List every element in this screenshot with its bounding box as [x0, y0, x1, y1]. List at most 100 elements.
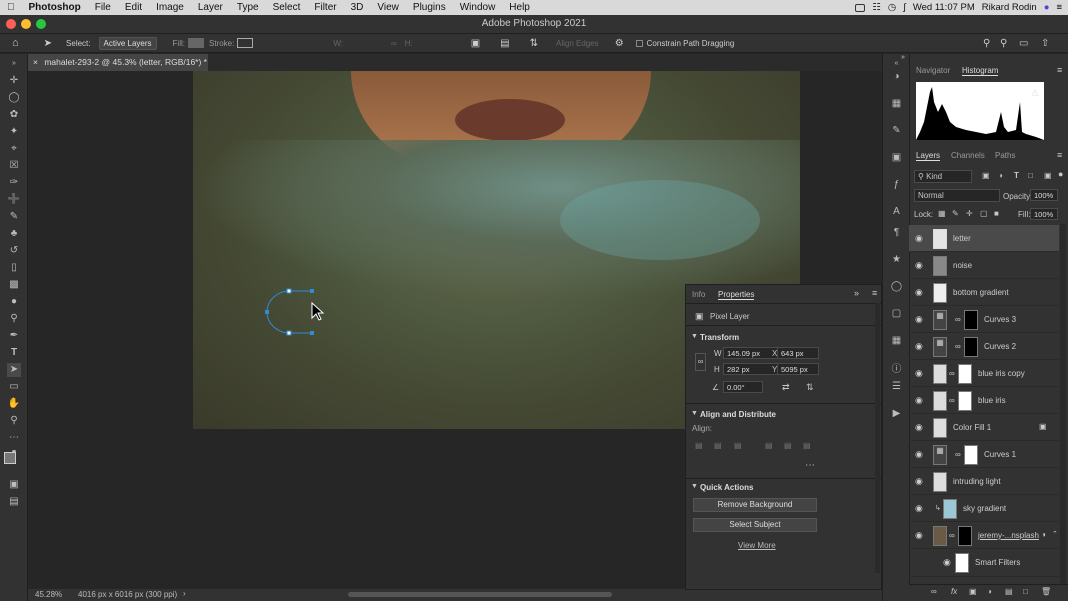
history-brush-tool-icon[interactable]: ↺ — [7, 244, 21, 258]
path-selection-tool-icon[interactable]: ➤ — [7, 363, 21, 377]
filter-smart-icon[interactable]: ▣ — [1044, 171, 1052, 180]
menu-help[interactable]: Help — [502, 2, 537, 13]
angle-field[interactable]: 0.00° — [723, 381, 763, 393]
adjustments-icon[interactable]: ◑ — [890, 70, 903, 83]
layer-row[interactable]: ◉ ∞ jeremy-...nsplash ◑ ⌃ — [909, 522, 1059, 549]
more-tools-icon[interactable]: ⋯ — [7, 431, 21, 445]
3d-icon[interactable]: ◯ — [890, 280, 903, 293]
add-mask-icon[interactable]: ▣ — [969, 587, 977, 596]
chevron-down-icon[interactable]: ▼ — [691, 410, 698, 417]
menu-plugins[interactable]: Plugins — [406, 2, 453, 13]
eye-icon[interactable]: ◉ — [943, 557, 951, 568]
chevron-right-icon[interactable]: › — [183, 589, 186, 598]
quick-selection-tool-icon[interactable]: ✦ — [7, 125, 21, 139]
eye-icon[interactable]: ◉ — [915, 530, 923, 541]
status-icon[interactable] — [855, 3, 866, 12]
tab-layers[interactable]: Layers — [916, 151, 941, 161]
filter-adjustment-icon[interactable]: ◑ — [998, 171, 1003, 180]
layer-comps-icon[interactable]: ▢ — [890, 307, 903, 320]
new-group-icon[interactable]: ▤ — [1005, 587, 1013, 596]
siri-icon[interactable]: ● — [1044, 2, 1050, 13]
align-title[interactable]: Align and Distribute — [700, 410, 776, 419]
new-layer-icon[interactable]: □ — [1023, 587, 1028, 596]
hand-tool-icon[interactable]: ✋ — [7, 397, 21, 411]
minimize-window-button[interactable] — [21, 19, 31, 29]
blur-tool-icon[interactable]: ● — [7, 295, 21, 309]
path-selection-tool-icon[interactable]: ➤ — [44, 38, 52, 49]
bluetooth-icon[interactable]: ∫ — [903, 2, 906, 13]
layers-scrollbar[interactable] — [1060, 224, 1066, 598]
workspace-icon[interactable]: ▭ — [1019, 38, 1028, 49]
dodge-tool-icon[interactable]: ⚲ — [7, 312, 21, 326]
fx-icon[interactable]: fx — [951, 587, 957, 596]
brushes-icon[interactable]: ✎ — [890, 124, 903, 137]
apple-icon[interactable]:  — [0, 2, 22, 13]
rectangle-tool-icon[interactable]: ▭ — [7, 380, 21, 394]
constrain-checkbox[interactable] — [635, 39, 643, 47]
chevron-down-icon[interactable]: ▼ — [691, 483, 698, 490]
remove-background-button[interactable]: Remove Background — [693, 498, 817, 512]
foreground-color-swatch[interactable] — [4, 452, 16, 464]
eye-icon[interactable]: ◉ — [915, 422, 923, 433]
blend-mode-dropdown[interactable]: Normal — [914, 189, 1000, 202]
transform-title[interactable]: Transform — [700, 333, 739, 342]
eye-icon[interactable]: ◉ — [915, 476, 923, 487]
trash-icon[interactable]: 🗑 — [1041, 587, 1051, 596]
panel-menu-icon[interactable]: ≡ — [1057, 65, 1062, 75]
filter-toggle-icon[interactable]: ● — [1058, 169, 1063, 179]
align-top-icon[interactable]: ▤ — [765, 441, 773, 450]
menu-file[interactable]: File — [88, 2, 118, 13]
tab-navigator[interactable]: Navigator — [916, 66, 950, 75]
document-tab[interactable]: × mahalet-293-2 @ 45.3% (letter, RGB/16*… — [28, 54, 208, 71]
path-operations-icon[interactable]: ▣ — [471, 38, 480, 49]
quick-mask-icon[interactable]: ▣ — [7, 478, 21, 492]
layer-row[interactable]: ◉ intruding light — [909, 468, 1059, 495]
link-dimensions-icon[interactable]: ∞ — [695, 353, 706, 371]
clone-stamp-tool-icon[interactable]: ♣ — [7, 227, 21, 241]
move-tool-icon[interactable]: ✛ — [7, 74, 21, 88]
table-icon[interactable]: ▦ — [890, 334, 903, 347]
layer-row[interactable]: ◉ Smart Filters — [909, 549, 1059, 577]
wifi-icon[interactable]: ☷ — [872, 2, 881, 13]
zoom-window-button[interactable] — [36, 19, 46, 29]
tab-info[interactable]: Info — [692, 290, 705, 299]
x-field[interactable]: 643 px — [777, 347, 819, 359]
fill-swatch[interactable] — [188, 38, 204, 48]
menu-filter[interactable]: Filter — [307, 2, 343, 13]
menu-layer[interactable]: Layer — [191, 2, 230, 13]
align-bottom-icon[interactable]: ▤ — [803, 441, 811, 450]
lock-artboard-icon[interactable]: ▢ — [980, 209, 988, 218]
datetime[interactable]: Wed 11:07 PM — [913, 2, 975, 13]
info-icon[interactable]: ⓘ — [890, 363, 903, 376]
layer-row[interactable]: ◉ ▦ ∞ Curves 2 — [909, 333, 1059, 360]
home-icon[interactable]: ⌂ — [12, 37, 19, 49]
eye-icon[interactable]: ◉ — [915, 341, 923, 352]
layer-row[interactable]: ◉ ∞ blue iris copy — [909, 360, 1059, 387]
layer-row[interactable]: ◉ bottom gradient — [909, 279, 1059, 306]
kind-filter-dropdown[interactable]: ⚲ Kind — [914, 170, 972, 183]
actions-play-icon[interactable]: ▶ — [890, 407, 903, 420]
paragraph-icon[interactable]: ¶ — [890, 226, 903, 239]
eye-icon[interactable]: ◉ — [915, 314, 923, 325]
ellipse-marquee-tool-icon[interactable]: ◯ — [7, 91, 21, 105]
collapse-toolbar-icon[interactable]: » — [7, 57, 21, 71]
eye-icon[interactable]: ◉ — [915, 260, 923, 271]
eye-icon[interactable]: ◉ — [915, 368, 923, 379]
view-more-link[interactable]: View More — [738, 541, 776, 550]
properties-icon[interactable]: ☰ — [890, 380, 903, 393]
filter-pixel-icon[interactable]: ▣ — [982, 171, 990, 180]
tab-channels[interactable]: Channels — [951, 151, 985, 160]
flip-horizontal-icon[interactable]: ⇄ — [782, 382, 790, 393]
menu-app-name[interactable]: Photoshop — [22, 2, 88, 13]
select-dropdown[interactable]: Active Layers — [98, 36, 157, 50]
align-middle-icon[interactable]: ▤ — [784, 441, 792, 450]
align-right-icon[interactable]: ▤ — [734, 441, 742, 450]
horizontal-scrollbar[interactable] — [348, 592, 612, 597]
menu-view[interactable]: View — [370, 2, 406, 13]
menu-window[interactable]: Window — [453, 2, 503, 13]
layer-row[interactable]: ◉ letter — [909, 225, 1059, 252]
close-window-button[interactable] — [6, 19, 16, 29]
layer-row[interactable]: ◉ ▦ ∞ Curves 1 — [909, 441, 1059, 468]
menu-type[interactable]: Type — [230, 2, 266, 13]
tab-properties[interactable]: Properties — [718, 290, 755, 300]
